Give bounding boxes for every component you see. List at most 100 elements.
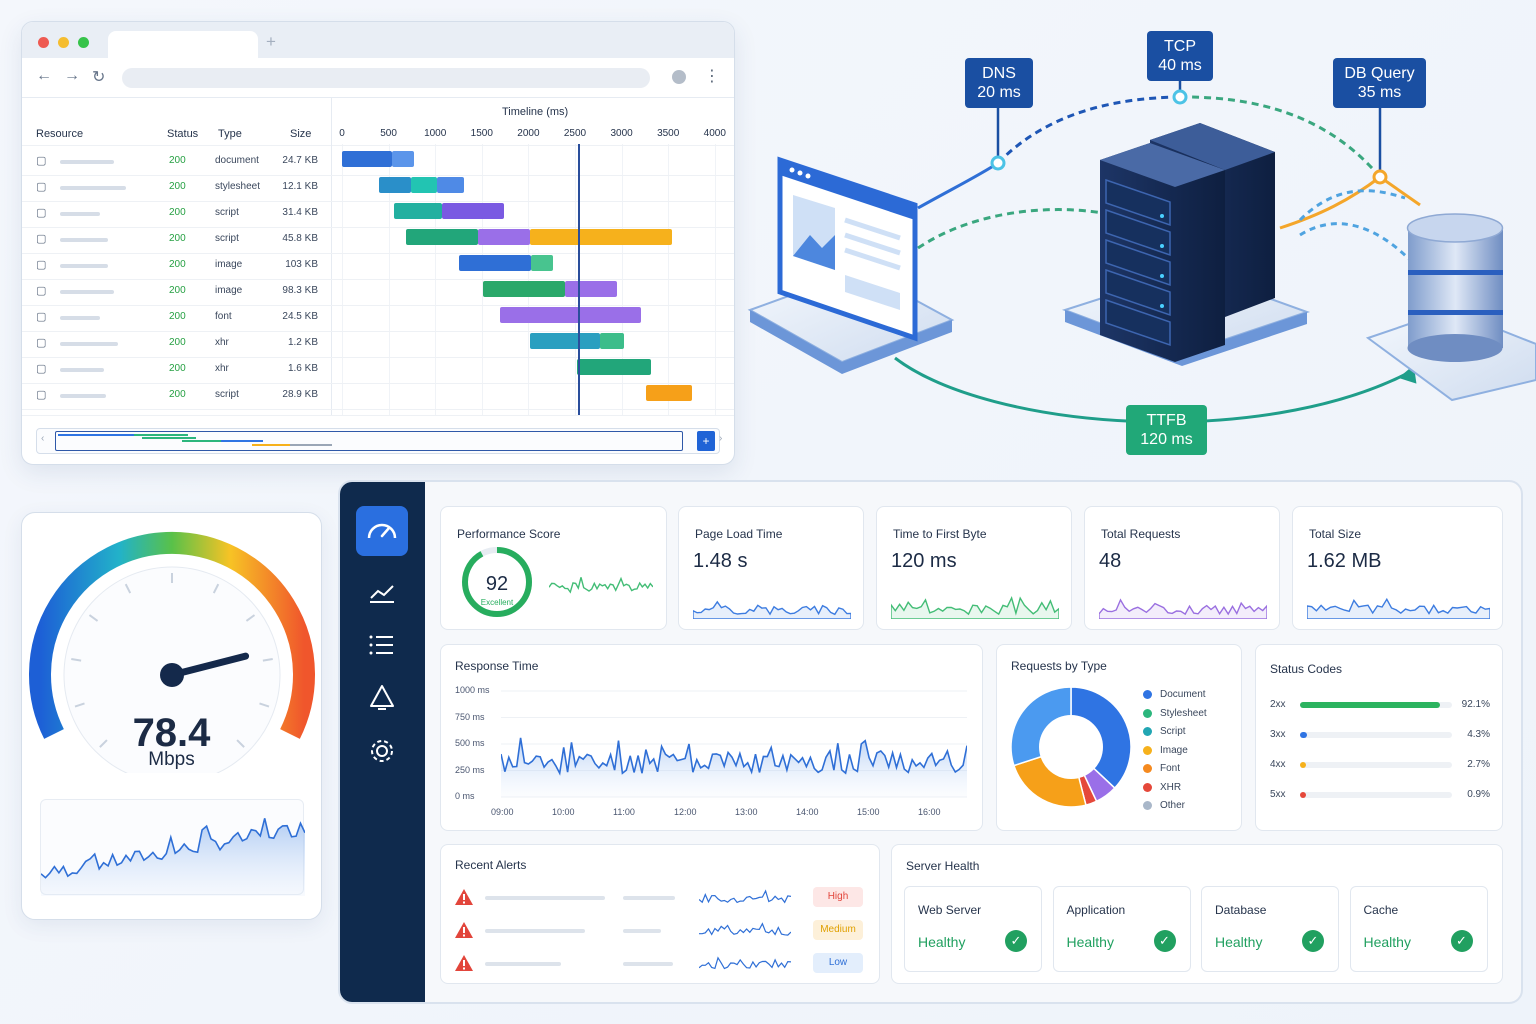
list-icon [369,635,393,655]
alert-row[interactable]: Medium [455,916,867,949]
overview-left-icon[interactable]: ‹ [41,433,44,444]
server-health-item[interactable]: Database Healthy ✓ [1201,886,1339,972]
resource-row[interactable]: ▢ 200 xhr 1.6 KB [22,357,332,383]
waterfall-bar[interactable] [577,359,651,375]
legend-label[interactable]: Font [1160,763,1180,774]
address-bar[interactable] [122,68,650,88]
gear-icon [371,740,393,762]
resource-type: image [215,259,243,270]
back-icon[interactable]: ← [36,67,52,85]
resource-type: xhr [215,337,229,348]
waterfall-bar[interactable] [379,177,411,193]
forward-icon[interactable]: → [64,67,80,85]
alert-row[interactable]: High [455,883,867,916]
status-code-track [1300,702,1452,708]
resource-row[interactable]: ▢ 200 script 45.8 KB [22,227,332,253]
sidebar-item-analytics[interactable] [356,568,408,618]
resource-row[interactable]: ▢ 200 script 31.4 KB [22,201,332,227]
file-icon: ▢ [36,285,47,297]
waterfall-bar[interactable] [500,307,641,323]
waterfall-bar[interactable] [392,151,414,167]
browser-tab[interactable] [108,31,258,58]
alert-text-placeholder [485,929,585,933]
column-header-type[interactable]: Type [218,128,242,140]
minimize-window-dot[interactable] [58,37,69,48]
server-health-item[interactable]: Cache Healthy ✓ [1349,886,1488,972]
column-header-size[interactable]: Size [290,128,311,140]
waterfall-bar[interactable] [437,177,464,193]
timeline-cursor[interactable] [578,144,580,416]
resource-row[interactable]: ▢ 200 document 24.7 KB [22,149,332,175]
waterfall-bar[interactable] [442,203,504,219]
waterfall-bar[interactable] [406,229,478,245]
ttfb-card: Time to First Byte 120 ms [876,506,1072,630]
sidebar-item-dashboard[interactable] [356,506,408,556]
resource-name-placeholder [60,394,106,398]
status-code-track [1300,732,1452,738]
legend-label[interactable]: XHR [1160,782,1181,793]
waterfall-bar[interactable] [411,177,437,193]
server-health-item[interactable]: Application Healthy ✓ [1052,886,1191,972]
alert-severity-badge: High [813,887,863,907]
row-divider [22,409,734,410]
waterfall-bar[interactable] [646,385,692,401]
reload-icon[interactable]: ↻ [92,67,105,87]
timeline-gridline [575,144,576,416]
resource-row[interactable]: ▢ 200 image 103 KB [22,253,332,279]
status-code-label: 5xx [1270,789,1286,800]
legend-swatch [1143,782,1152,792]
resource-row[interactable]: ▢ 200 stylesheet 12.1 KB [22,175,332,201]
waterfall-bar[interactable] [600,333,624,349]
menu-kebab-icon[interactable]: ⋮ [704,66,720,86]
server-health-item[interactable]: Web Server Healthy ✓ [904,886,1042,972]
legend-label[interactable]: Stylesheet [1160,708,1207,719]
waterfall-bar[interactable] [530,333,600,349]
status-code-percent: 0.9% [1467,789,1490,800]
x-axis-label: 15:00 [857,807,880,817]
gauge-hub [160,663,184,687]
overview-selection[interactable] [55,431,683,451]
timeline-overview[interactable]: ‹ + › [36,428,722,454]
resource-type: script [215,207,239,218]
performance-score-caption: Excellent [480,598,514,607]
waterfall-bar[interactable] [459,255,531,271]
resource-row[interactable]: ▢ 200 image 98.3 KB [22,279,332,305]
extension-icon[interactable] [672,70,686,84]
resource-row[interactable]: ▢ 200 script 28.9 KB [22,383,332,409]
alert-row[interactable]: Low [455,949,867,982]
sidebar-item-list[interactable] [356,620,408,670]
overview-zoom-button[interactable]: + [697,431,715,451]
legend-swatch [1143,801,1152,810]
overview-right-icon[interactable]: › [719,433,722,444]
column-header-resource[interactable]: Resource [36,128,83,140]
legend-label[interactable]: Other [1160,800,1185,811]
waterfall-bar[interactable] [483,281,565,297]
column-header-status[interactable]: Status [167,128,198,140]
waterfall-bar[interactable] [565,281,617,297]
sidebar-item-settings[interactable] [356,726,408,776]
server-name: Cache [1363,903,1399,917]
new-tab-icon[interactable]: + [266,32,276,52]
response-time-chart [501,690,967,798]
alert-severity-badge: Medium [813,920,863,940]
resource-size: 31.4 KB [282,207,318,218]
performance-sparkline [549,576,653,594]
alert-text-placeholder [485,962,561,966]
close-window-dot[interactable] [38,37,49,48]
legend-label[interactable]: Script [1160,726,1186,737]
legend-label[interactable]: Image [1160,745,1188,756]
status-code-bar [1300,792,1306,798]
waterfall-bar[interactable] [342,151,392,167]
legend-label[interactable]: Document [1160,689,1206,700]
maximize-window-dot[interactable] [78,37,89,48]
resource-row[interactable]: ▢ 200 font 24.5 KB [22,305,332,331]
timeline-gridline [528,144,530,416]
waterfall-bar[interactable] [478,229,530,245]
waterfall-bar[interactable] [531,255,553,271]
resource-row[interactable]: ▢ 200 xhr 1.2 KB [22,331,332,357]
waterfall-bar[interactable] [530,229,672,245]
x-axis-label: 09:00 [491,807,514,817]
waterfall-bar[interactable] [394,203,442,219]
dns-node-icon [990,155,1006,171]
sidebar-item-alerts[interactable] [356,672,408,722]
